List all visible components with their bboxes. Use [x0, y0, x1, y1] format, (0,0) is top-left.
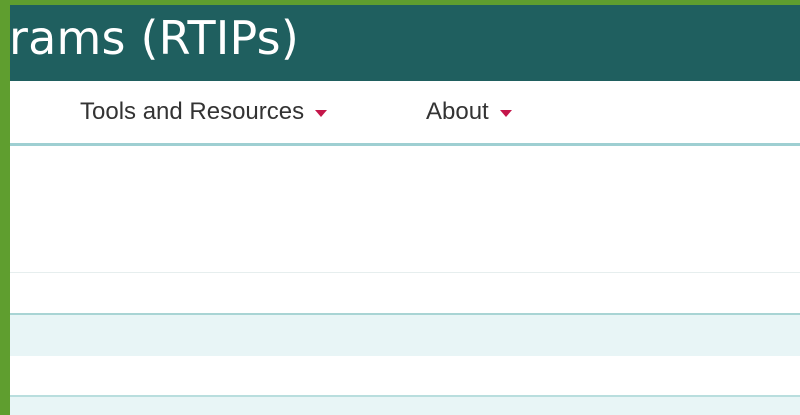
table-row: [10, 397, 800, 415]
main-nav: Tools and Resources About: [10, 81, 800, 201]
table-row: [10, 356, 800, 397]
caret-down-icon: [499, 109, 512, 117]
site-title: rams (RTIPs): [10, 11, 299, 65]
caret-down-icon: [315, 109, 328, 117]
content-area: [10, 146, 800, 273]
table-row: [10, 315, 800, 356]
table-row: [10, 273, 800, 315]
nav-item-label: About: [426, 98, 489, 125]
nav-item-tools-and-resources[interactable]: Tools and Resources: [80, 98, 328, 125]
site-banner: rams (RTIPs): [10, 5, 800, 81]
slide-frame-left: [0, 0, 10, 415]
nav-item-about[interactable]: About: [426, 98, 512, 125]
nav-item-label: Tools and Resources: [80, 98, 305, 125]
webpage-viewport: rams (RTIPs) Tools and Resources About: [10, 5, 800, 415]
